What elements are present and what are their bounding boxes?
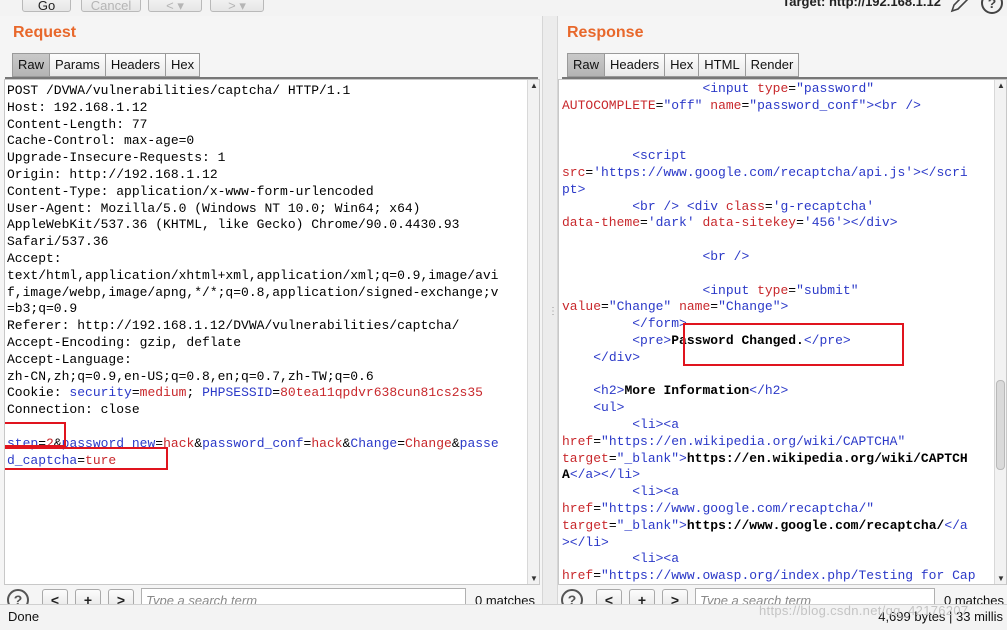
response-title: Response	[567, 24, 644, 41]
request-raw-text[interactable]: POST /DVWA/vulnerabilities/captcha/ HTTP…	[7, 83, 499, 469]
tab-params[interactable]: Params	[50, 53, 106, 77]
highlight-box-captcha	[5, 447, 168, 470]
tab-hex[interactable]: Hex	[665, 53, 700, 77]
highlight-box-password-changed	[683, 323, 904, 366]
scrollbar-thumb[interactable]	[996, 380, 1005, 470]
header-line: text/html,application/xhtml+xml,applicat…	[7, 267, 499, 283]
header-line: Connection: close	[7, 402, 140, 418]
tab-hex[interactable]: Hex	[165, 53, 201, 77]
forward-button[interactable]: > ▾	[210, 0, 264, 13]
header-line: User-Agent: Mozilla/5.0 (Windows NT 10.0…	[7, 200, 421, 216]
tab-headers[interactable]: Headers	[605, 53, 666, 77]
watermark: https://blog.csdn.net/qq_42176207	[759, 603, 969, 618]
request-line: POST /DVWA/vulnerabilities/captcha/ HTTP…	[7, 83, 351, 98]
split-divider[interactable]: ⋮	[542, 16, 558, 630]
tab-render[interactable]: Render	[745, 53, 800, 77]
header-line: Accept-Encoding: gzip, deflate	[7, 334, 242, 350]
request-scrollbar[interactable]: ▲ ▼	[527, 80, 539, 584]
cookie-line: Cookie: security=medium; PHPSESSID=80tea…	[7, 385, 483, 401]
back-label: <	[166, 0, 174, 13]
target-label: Target: http://192.168.1.12	[782, 0, 941, 9]
request-title: Request	[13, 24, 77, 41]
tab-raw[interactable]: Raw	[567, 53, 606, 77]
header-line: Content-Length: 77	[7, 116, 148, 132]
scroll-up-icon[interactable]: ▲	[997, 81, 1005, 90]
response-scrollbar[interactable]: ▲ ▼	[994, 80, 1006, 584]
header-line: Accept-Language:	[7, 351, 132, 367]
header-line: Safari/537.36	[7, 234, 109, 250]
top-toolbar: Go Cancel < ▾ > ▾ Target: http://192.168…	[0, 0, 1007, 16]
tab-headers[interactable]: Headers	[105, 53, 166, 77]
back-button[interactable]: < ▾	[148, 0, 202, 13]
header-line: Referer: http://192.168.1.12/DVWA/vulner…	[7, 318, 460, 334]
tab-raw[interactable]: Raw	[12, 53, 51, 77]
header-line: Accept:	[7, 250, 62, 266]
request-tabs: Raw Params Headers Hex	[12, 53, 201, 77]
header-line: Origin: http://192.168.1.12	[7, 166, 218, 182]
highlight-box-step	[5, 422, 66, 447]
back-menu-icon[interactable]: ▾	[177, 0, 184, 13]
go-button[interactable]: Go	[22, 0, 71, 13]
response-tabs: Raw Headers Hex HTML Render	[567, 53, 800, 77]
request-panel: Request Raw Params Headers Hex POST /DVW…	[0, 16, 542, 630]
response-editor[interactable]: <input type="password" AUTOCOMPLETE="off…	[558, 79, 1007, 585]
forward-menu-icon[interactable]: ▾	[239, 0, 246, 13]
scroll-down-icon[interactable]: ▼	[530, 574, 538, 583]
header-line: zh-CN,zh;q=0.9,en-US;q=0.8,en;q=0.7,zh-T…	[7, 368, 374, 384]
header-line: =b3;q=0.9	[7, 301, 78, 317]
request-editor[interactable]: POST /DVWA/vulnerabilities/captcha/ HTTP…	[4, 79, 540, 585]
header-line: Cache-Control: max-age=0	[7, 133, 195, 149]
help-icon[interactable]: ?	[981, 0, 1003, 14]
header-line: Content-Type: application/x-www-form-url…	[7, 183, 374, 199]
header-line: AppleWebKit/537.36 (KHTML, like Gecko) C…	[7, 217, 460, 233]
scroll-down-icon[interactable]: ▼	[997, 574, 1005, 583]
pencil-icon[interactable]	[949, 0, 969, 14]
status-text: Done	[8, 609, 40, 624]
header-line: f,image/webp,image/apng,*/*;q=0.8,applic…	[7, 284, 499, 300]
header-line: Upgrade-Insecure-Requests: 1	[7, 150, 226, 166]
header-line: Host: 192.168.1.12	[7, 99, 148, 115]
tab-html[interactable]: HTML	[699, 53, 746, 77]
response-panel: Response Raw Headers Hex HTML Render <in…	[558, 16, 1007, 630]
scroll-up-icon[interactable]: ▲	[530, 81, 538, 90]
cancel-button[interactable]: Cancel	[81, 0, 141, 13]
forward-label: >	[228, 0, 236, 13]
